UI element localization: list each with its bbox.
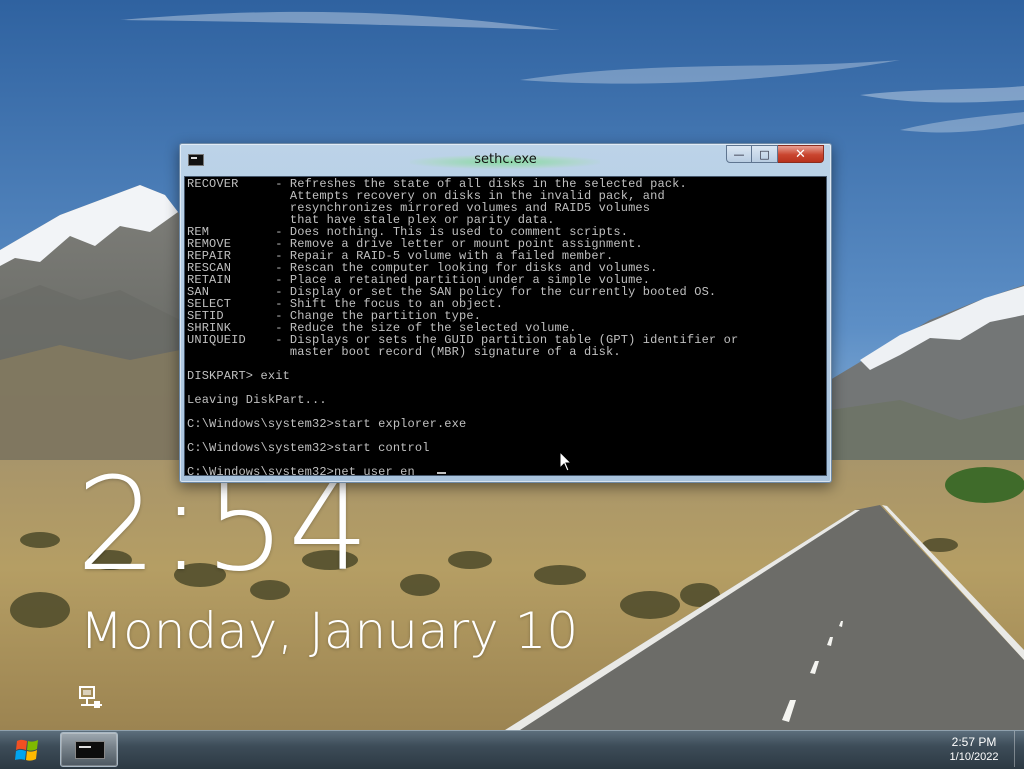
- taskbar-console-button[interactable]: [60, 732, 118, 767]
- tray-clock[interactable]: 2:57 PM 1/10/2022: [924, 733, 1024, 766]
- close-button[interactable]: ✕: [778, 145, 824, 163]
- console-output[interactable]: RECOVER - Refreshes the state of all dis…: [184, 176, 827, 476]
- windows-logo-icon: [15, 739, 38, 761]
- taskbar: [0, 730, 1024, 769]
- network-icon[interactable]: [78, 686, 104, 710]
- console-icon: [75, 741, 105, 759]
- start-button[interactable]: [6, 733, 50, 767]
- window-titlebar[interactable]: sethc.exe — □ ✕: [180, 144, 831, 176]
- maximize-button[interactable]: □: [752, 145, 778, 163]
- console-window[interactable]: sethc.exe — □ ✕ RECOVER - Refreshes the …: [179, 143, 832, 483]
- minimize-button[interactable]: —: [726, 145, 752, 163]
- lockscreen-date: Monday, January 10: [80, 602, 579, 660]
- tray-date: 1/10/2022: [949, 751, 999, 763]
- console-text: RECOVER - Refreshes the state of all dis…: [187, 177, 739, 476]
- console-cursor: [437, 472, 446, 474]
- mouse-pointer-icon: [559, 450, 573, 473]
- tray-time: 2:57 PM: [951, 735, 997, 749]
- show-desktop-button[interactable]: [1014, 731, 1023, 767]
